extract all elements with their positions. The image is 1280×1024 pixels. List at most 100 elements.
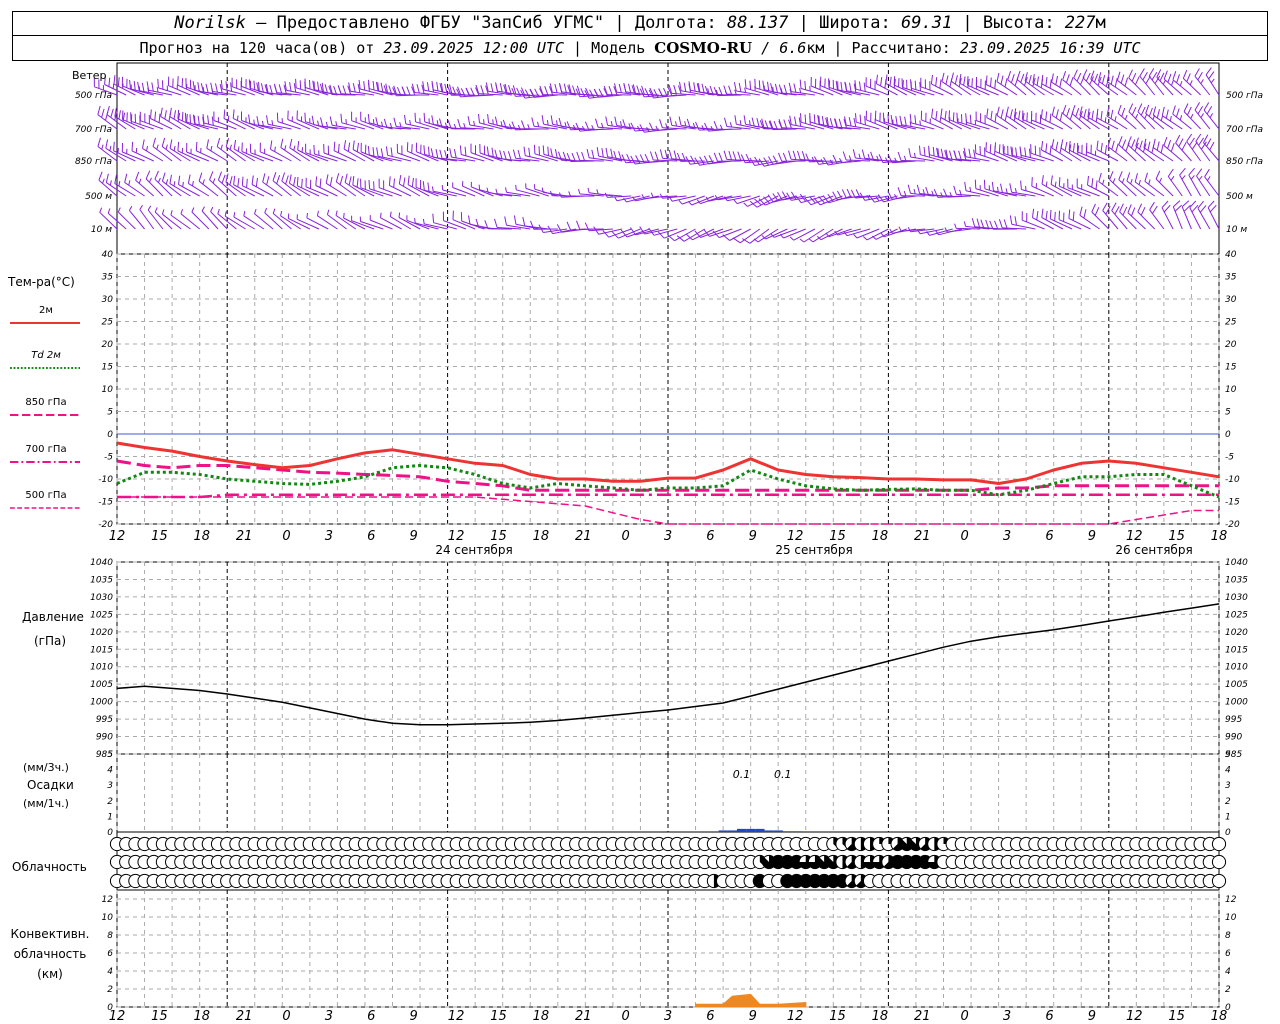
wind-barb-feather — [1142, 71, 1148, 81]
wind-barb-feather — [919, 145, 921, 155]
wind-barb-feather — [1031, 177, 1033, 187]
wind-barb-feather — [293, 176, 296, 186]
wind-barb-shaft — [145, 178, 164, 197]
wind-barb-feather — [326, 209, 330, 215]
wind-barb-shaft — [1107, 146, 1128, 162]
wind-barb-shaft — [188, 182, 210, 197]
wind-barb-feather — [910, 79, 912, 89]
wind-barb-feather — [767, 81, 770, 91]
wind-barb-feather — [1083, 209, 1087, 219]
wind-barb-feather — [181, 78, 184, 88]
wind-barb-feather — [289, 138, 293, 148]
wind-barb-feather — [669, 116, 673, 126]
wind-barb-feather — [147, 205, 152, 211]
wind-barb-feather — [197, 82, 200, 92]
wind-barb-feather — [495, 82, 498, 92]
wind-barb-feather — [260, 83, 264, 93]
wind-barb-feather — [1121, 178, 1125, 184]
wind-barb-feather — [1207, 200, 1215, 208]
wind-barb-feather — [343, 212, 345, 219]
wind-barb-feather — [211, 116, 214, 126]
wind-barb-feather — [1111, 140, 1115, 150]
pres-tick-left: 990 — [96, 733, 113, 743]
wind-barb-feather — [994, 113, 997, 123]
wind-barb-feather — [971, 218, 976, 227]
wind-barb-feather — [1051, 106, 1055, 116]
wind-barb-feather — [744, 87, 747, 93]
wind-barb-feather — [695, 121, 700, 131]
time-tick-bottom: 12 — [109, 1009, 126, 1024]
precip-unit-1h: (мм/1ч.) — [23, 797, 69, 810]
day-label: 26 сентября — [1115, 543, 1192, 557]
wind-barb-feather — [986, 108, 989, 118]
wind-barb-feather — [169, 139, 173, 149]
wind-barb-feather — [1119, 203, 1124, 213]
wind-barb-feather — [528, 147, 531, 157]
wind-barb-feather — [923, 146, 926, 157]
wind-barb-feather — [935, 110, 938, 120]
wind-barb-shaft — [856, 228, 880, 239]
wind-barb-feather — [1135, 113, 1139, 119]
wind-barb-feather — [848, 155, 852, 161]
time-tick-bottom: 12 — [787, 1009, 804, 1024]
wind-barb-feather — [1191, 204, 1199, 213]
wind-barb-feather — [1036, 211, 1039, 221]
wind-barb-feather — [1182, 69, 1188, 79]
wind-barb-feather — [1172, 200, 1181, 208]
conv-title: Конвективн. — [11, 927, 90, 941]
wind-barb-feather — [178, 175, 181, 185]
wind-barb-feather — [644, 88, 650, 97]
time-tick-bottom: 18 — [872, 1009, 889, 1024]
wind-barb-shaft — [1152, 147, 1174, 162]
pres-tick-right: 1015 — [1225, 645, 1248, 655]
wind-barb-feather — [266, 115, 269, 125]
wind-barb-feather — [113, 141, 115, 151]
wind-barb-feather — [229, 144, 232, 150]
precip-bar — [773, 830, 783, 832]
wind-barb-feather — [133, 81, 136, 91]
wind-barb-feather — [931, 108, 934, 118]
wind-barb-feather — [1054, 181, 1057, 187]
wind-barb-feather — [867, 153, 870, 159]
wind-barb-feather — [788, 150, 792, 160]
wind-barb-feather — [547, 225, 554, 234]
cloud-cover-circle — [1211, 854, 1227, 870]
precip-bar — [746, 828, 756, 832]
wind-barb-feather — [956, 112, 958, 122]
wind-barb-feather — [411, 144, 413, 154]
pres-tick-left: 995 — [96, 715, 113, 725]
wind-barb-feather — [524, 89, 531, 98]
wind-barb-feather — [195, 141, 198, 151]
wind-barb-feather — [916, 229, 921, 234]
wind-barb-feather — [356, 142, 359, 152]
wind-barb-feather — [550, 115, 554, 125]
wind-barb-feather — [253, 80, 256, 90]
wind-barb-feather — [1041, 141, 1044, 151]
wind-level-label: 700 гПа — [75, 125, 112, 135]
wind-barb-feather — [504, 216, 507, 226]
wind-barb-feather — [373, 181, 375, 191]
wind-barb-feather — [289, 174, 292, 184]
wind-barb-feather — [531, 117, 535, 127]
wind-barb-shaft — [198, 180, 219, 197]
wind-barb-feather — [985, 219, 990, 229]
wind-barb-shaft — [1172, 79, 1192, 96]
pres-tick-left: 1035 — [90, 575, 113, 585]
wind-barb-feather — [749, 80, 752, 90]
time-tick-top: 21 — [575, 529, 592, 544]
wind-barb-feather — [914, 115, 917, 125]
wind-barb-feather — [1128, 69, 1133, 79]
wind-barb-feather — [1161, 106, 1165, 116]
wind-barb-feather — [1163, 136, 1168, 146]
wind-barb-feather — [1015, 147, 1018, 157]
wind-barb-shaft — [1041, 149, 1064, 162]
wind-barb-feather — [1149, 201, 1155, 211]
wind-barb-shaft — [956, 227, 981, 230]
cloud-title: Облачность — [12, 860, 87, 874]
wind-barb-feather — [885, 157, 889, 163]
wind-barb-feather — [161, 137, 166, 147]
wind-barb-feather — [1091, 110, 1094, 120]
prec-tick-right: 0 — [1225, 828, 1231, 838]
wind-barb-feather — [317, 81, 320, 91]
wind-barb-feather — [591, 149, 595, 159]
